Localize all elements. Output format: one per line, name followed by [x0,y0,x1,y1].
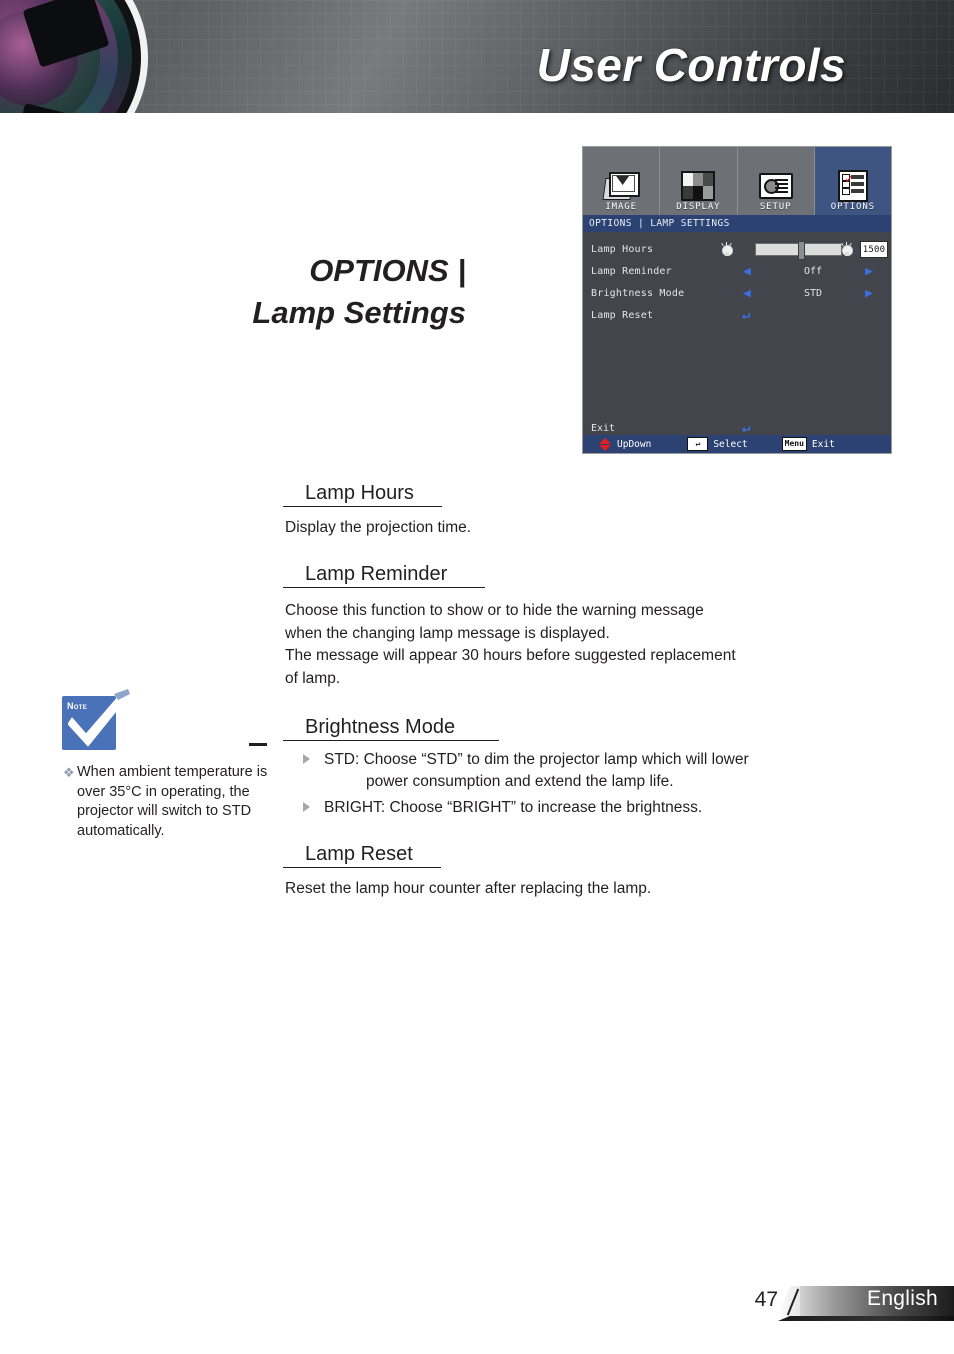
projector-lens-icon [0,0,148,113]
section-lamp-reset-body: Reset the lamp hour counter after replac… [285,880,652,897]
osd-tab-display[interactable]: DISPLAY [660,147,738,215]
options-icon: ✓ [836,170,870,202]
brightness-mode-left-arrow-icon[interactable]: ◀ [743,287,751,300]
osd-status-updown: UpDown [599,437,652,451]
osd-row-lamp-reset[interactable]: Lamp Reset ↵ [583,304,891,326]
page-header: User Controls [0,0,954,113]
page-footer: 47 English [0,1270,954,1354]
list-item: BRIGHT: Choose “BRIGHT” to increase the … [301,797,893,819]
lamp-bulb-large-icon [841,242,853,256]
lamp-hours-slider[interactable] [755,241,842,260]
page-title-line2: Lamp Settings [252,295,466,330]
note-text-body: When ambient temperature is over 35°C in… [77,764,268,839]
header-title: User Controls [536,39,846,91]
lamp-reminder-right-arrow-icon[interactable]: ▶ [865,265,873,278]
osd-row-lamp-hours[interactable]: Lamp Hours 1500 [583,238,891,260]
osd-row-lamp-reminder[interactable]: Lamp Reminder ◀ Off ▶ [583,260,891,282]
osd-row-brightness-mode[interactable]: Brightness Mode ◀ STD ▶ [583,282,891,304]
osd-tab-bar: IMAGE DISPLAY SETUP ✓ OPTIONS [583,147,891,215]
brightness-bullet-1-line2: power consumption and extend the lamp li… [366,773,674,790]
page-number: 47 [754,1288,778,1311]
note-text: ❖ When ambient temperature is over 35°C … [63,763,268,841]
osd-row-lamp-hours-label: Lamp Hours [591,243,654,255]
lamp-reminder-body-line4: of lamp. [285,669,341,687]
section-lamp-reset-heading: Lamp Reset [305,843,413,865]
enter-key-icon: ↵ [687,437,709,451]
menu-key-icon: Menu [781,437,807,451]
osd-status-updown-label: UpDown [617,438,652,450]
brightness-mode-right-arrow-icon[interactable]: ▶ [865,287,873,300]
page-title-line1: OPTIONS | [309,253,466,288]
osd-tab-image-label: IMAGE [605,202,637,212]
osd-tab-display-label: DISPLAY [676,202,721,212]
section-brightness-mode-heading: Brightness Mode [305,716,456,738]
section-lamp-reminder-heading: Lamp Reminder [305,563,448,585]
osd-status-select-label: Select [713,438,748,450]
lamp-reminder-body-line1: Choose this function to show or to hide … [285,602,704,619]
section-lamp-hours-heading: Lamp Hours [305,482,414,504]
section-lamp-hours-body: Display the projection time. [285,519,472,536]
osd-titlebar: OPTIONS | LAMP SETTINGS [583,215,891,232]
lamp-reminder-body-line2: when the changing lamp message is displa… [285,624,610,642]
brightness-bullet-2-line1: BRIGHT: Choose “BRIGHT” to increase the … [324,799,703,816]
osd-tab-setup[interactable]: SETUP [737,147,815,215]
osd-row-brightness-mode-label: Brightness Mode [591,287,685,299]
osd-row-lamp-reminder-label: Lamp Reminder [591,265,672,277]
section-lamp-reminder-body: Choose this function to show or to hide … [285,600,893,690]
osd-status-exit-label: Exit [811,438,835,450]
osd-body: Lamp Hours 1500 Lamp Reminder ◀ Off ▶ Br… [583,232,891,440]
section-brightness-mode: Brightness Mode [283,714,893,741]
osd-tab-options-label: OPTIONS [830,202,875,212]
section-lamp-reminder: Lamp Reminder [283,561,893,588]
osd-menu-screenshot: IMAGE DISPLAY SETUP ✓ OPTIONS OPTIONS | … [582,146,892,454]
section-lamp-hours: Lamp Hours [283,480,893,507]
lamp-reminder-body-line3: The message will appear 30 hours before … [285,647,736,664]
setup-icon [758,172,793,200]
osd-status-select: ↵ Select [687,437,748,451]
note-checkmark-icon [68,689,131,747]
image-icon [602,172,641,200]
footer-language: English [867,1287,938,1310]
display-icon [681,171,716,201]
note-leader-dash [249,743,267,746]
osd-exit-label[interactable]: Exit [591,423,615,434]
osd-exit-enter-icon[interactable]: ↵ [742,420,750,436]
brightness-mode-bullet-list: STD: Choose “STD” to dim the projector l… [301,749,893,819]
osd-status-bar: UpDown ↵ Select Menu Exit [583,435,891,453]
triangle-bullet-icon [303,754,310,764]
lamp-reminder-left-arrow-icon[interactable]: ◀ [743,265,751,278]
lamp-bulb-small-icon [721,242,733,256]
lamp-reset-enter-icon[interactable]: ↵ [742,307,750,323]
brightness-mode-value: STD [803,287,823,299]
note-bullet-icon: ❖ [63,765,75,780]
section-lamp-reset: Lamp Reset [283,841,893,868]
list-item: STD: Choose “STD” to dim the projector l… [301,749,893,793]
updown-arrows-icon [599,437,612,451]
osd-row-lamp-reset-label: Lamp Reset [591,309,654,321]
brightness-bullet-1-line1: STD: Choose “STD” to dim the projector l… [324,751,749,768]
lamp-hours-value: 1500 [860,241,888,258]
page-title: OPTIONS | Lamp Settings [0,250,466,334]
lamp-reminder-value: Off [803,265,823,277]
osd-tab-options[interactable]: ✓ OPTIONS [814,147,891,215]
osd-status-exit: Menu Exit [781,437,835,451]
osd-tab-image[interactable]: IMAGE [583,147,661,215]
content-area: Lamp Hours Display the projection time. … [283,480,893,900]
osd-tab-setup-label: SETUP [759,202,792,212]
triangle-bullet-icon [303,802,310,812]
